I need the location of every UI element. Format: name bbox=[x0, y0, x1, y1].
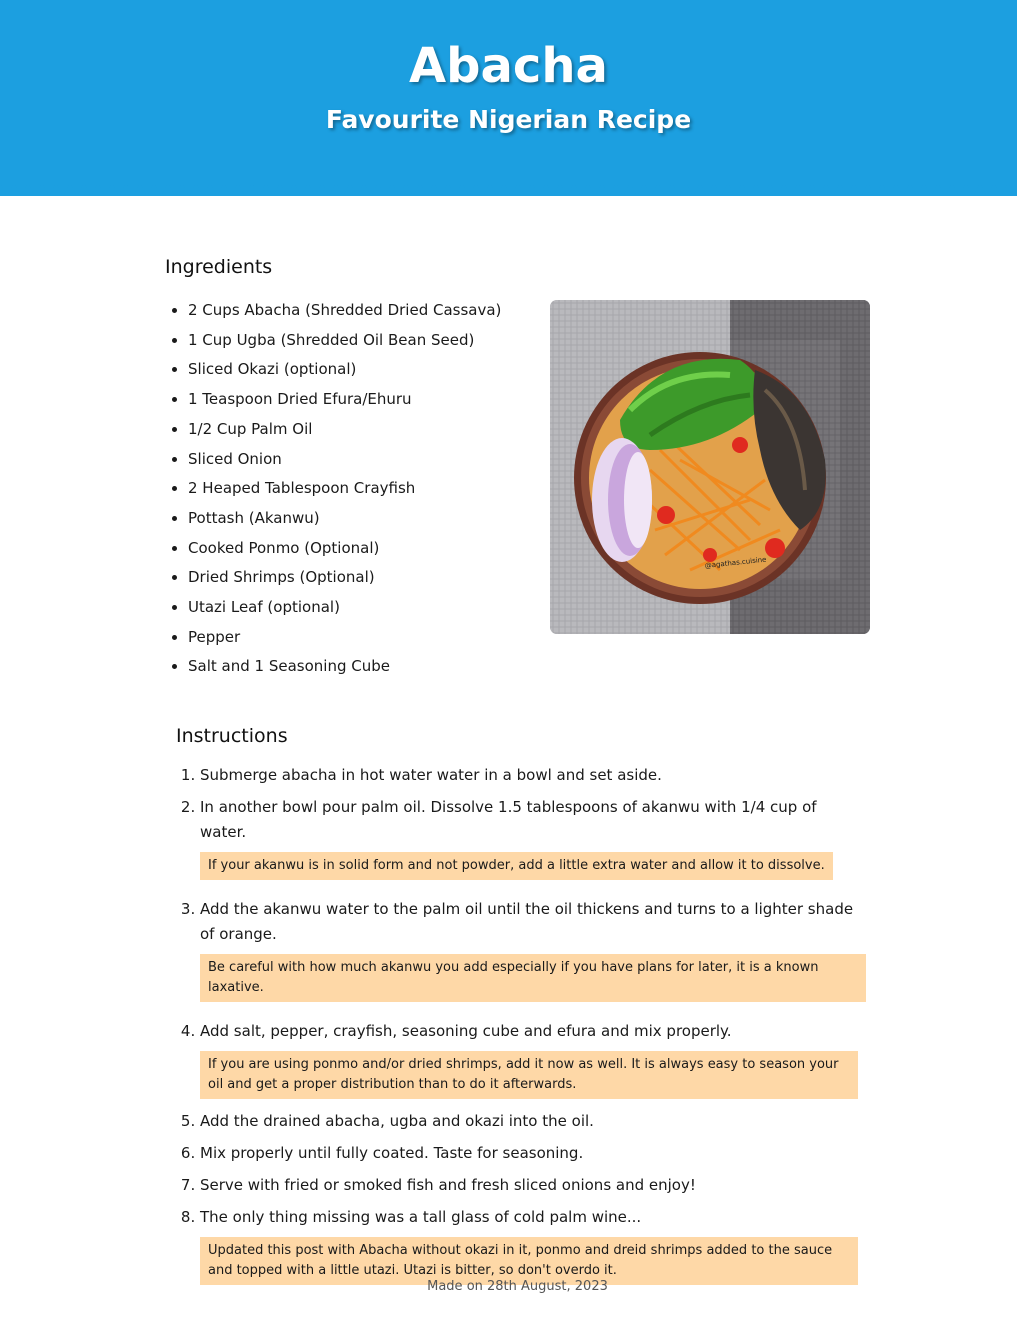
step-text: Serve with fried or smoked fish and fres… bbox=[200, 1176, 696, 1194]
instruction-step: The only thing missing was a tall glass … bbox=[200, 1205, 866, 1285]
ingredients-heading: Ingredients bbox=[165, 256, 273, 278]
step-note: Updated this post with Abacha without ok… bbox=[200, 1237, 858, 1285]
ingredient-item: 2 Cups Abacha (Shredded Dried Cassava) bbox=[188, 296, 501, 326]
footer-date: Made on 28th August, 2023 bbox=[427, 1279, 608, 1294]
dish-illustration: @agathas.cuisine bbox=[550, 300, 870, 634]
step-text: Mix properly until fully coated. Taste f… bbox=[200, 1144, 584, 1162]
step-note: If your akanwu is in solid form and not … bbox=[200, 852, 833, 880]
instructions-list: Submerge abacha in hot water water in a … bbox=[176, 763, 866, 1295]
ingredient-item: Pepper bbox=[188, 623, 501, 653]
instruction-step: Mix properly until fully coated. Taste f… bbox=[200, 1141, 866, 1166]
ingredient-item: Sliced Okazi (optional) bbox=[188, 355, 501, 385]
step-text: In another bowl pour palm oil. Dissolve … bbox=[200, 798, 817, 841]
step-text: The only thing missing was a tall glass … bbox=[200, 1208, 642, 1226]
step-text: Add the drained abacha, ugba and okazi i… bbox=[200, 1112, 594, 1130]
instruction-step: Add salt, pepper, crayfish, seasoning cu… bbox=[200, 1019, 866, 1099]
instruction-step: Serve with fried or smoked fish and fres… bbox=[200, 1173, 866, 1198]
ingredient-item: Sliced Onion bbox=[188, 445, 501, 475]
instruction-step: In another bowl pour palm oil. Dissolve … bbox=[200, 795, 866, 890]
instruction-step: Submerge abacha in hot water water in a … bbox=[200, 763, 866, 788]
step-text: Add the akanwu water to the palm oil unt… bbox=[200, 900, 854, 943]
page-title: Abacha bbox=[409, 38, 608, 94]
ingredient-item: Dried Shrimps (Optional) bbox=[188, 563, 501, 593]
step-text: Add salt, pepper, crayfish, seasoning cu… bbox=[200, 1022, 732, 1040]
page-subtitle: Favourite Nigerian Recipe bbox=[325, 105, 692, 134]
ingredient-item: 1 Teaspoon Dried Efura/Ehuru bbox=[188, 385, 501, 415]
ingredients-list: 2 Cups Abacha (Shredded Dried Cassava) 1… bbox=[165, 296, 501, 682]
instruction-step: Add the akanwu water to the palm oil unt… bbox=[200, 897, 866, 1012]
ingredient-item: 2 Heaped Tablespoon Crayfish bbox=[188, 474, 501, 504]
ingredient-item: Cooked Ponmo (Optional) bbox=[188, 534, 501, 564]
ingredient-item: Pottash (Akanwu) bbox=[188, 504, 501, 534]
step-text: Submerge abacha in hot water water in a … bbox=[200, 766, 662, 784]
step-note: Be careful with how much akanwu you add … bbox=[200, 954, 866, 1002]
instructions-heading: Instructions bbox=[176, 725, 288, 747]
step-note: If you are using ponmo and/or dried shri… bbox=[200, 1051, 858, 1099]
ingredient-item: 1 Cup Ugba (Shredded Oil Bean Seed) bbox=[188, 326, 501, 356]
ingredient-item: 1/2 Cup Palm Oil bbox=[188, 415, 501, 445]
page-header: Abacha Favourite Nigerian Recipe bbox=[0, 0, 1017, 196]
header-zigzag-edge bbox=[0, 183, 1017, 196]
instruction-step: Add the drained abacha, ugba and okazi i… bbox=[200, 1109, 866, 1134]
ingredient-item: Utazi Leaf (optional) bbox=[188, 593, 501, 623]
abacha-dish-photo: @agathas.cuisine bbox=[550, 300, 870, 634]
ingredient-item: Salt and 1 Seasoning Cube bbox=[188, 652, 501, 682]
